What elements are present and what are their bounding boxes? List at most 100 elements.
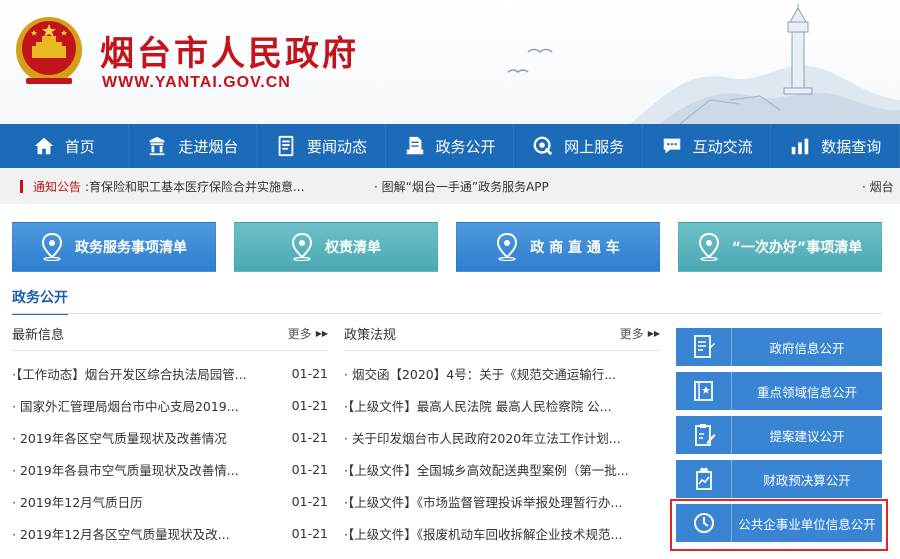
item-title: ·【上级文件】《报废机动车回收拆解企业技术规范...: [344, 526, 623, 542]
button-label: 政府信息公开: [769, 340, 845, 356]
gov-info-disclosure-button[interactable]: 政府信息公开: [676, 328, 882, 366]
document-icon: [406, 136, 423, 155]
notice-item[interactable]: :育保险和职工基本医疗保险合并实施意...: [85, 178, 305, 195]
item-title: ·【上级文件】《市场监督管理投诉举报处理暂行办...: [344, 494, 623, 510]
list-item[interactable]: ·【上级文件】《报废机动车回收拆解企业技术规范...: [344, 517, 660, 549]
latest-info-header: 最新信息 更多 ▶▶: [12, 322, 328, 344]
clipboard-pen-icon: [676, 416, 732, 454]
column-divider: [344, 350, 660, 351]
item-title: · 烟交函【2020】4号：关于《规范交通运输行...: [344, 366, 617, 382]
more-arrows-icon: ▶▶: [315, 328, 328, 338]
key-area-disclosure-button[interactable]: 重点领域信息公开: [676, 372, 882, 410]
item-title: · 2019年各区空气质量现状及改善情况: [12, 430, 227, 446]
item-title: ·【上级文件】最高人民法院 最高人民检察院 公...: [344, 398, 612, 414]
list-item[interactable]: ·【上级文件】最高人民法院 最高人民检察院 公...: [344, 389, 660, 421]
button-label: 提案建议公开: [769, 428, 845, 444]
item-title: · 国家外汇管理局烟台市中心支局2019...: [12, 398, 239, 414]
list-item[interactable]: · 2019年12月各区空气质量现状及改... 01-21: [12, 517, 328, 549]
star-book-icon: [676, 372, 732, 410]
item-date: 01-21: [291, 397, 328, 413]
list-item[interactable]: ·【工作动态】烟台开发区综合执法局园管... 01-21: [12, 357, 328, 389]
list-item[interactable]: ·【上级文件】全国城乡高效配送典型案例（第一批...: [344, 453, 660, 485]
quick-link-label: 权责清单: [325, 240, 381, 256]
quick-link-label: “一次办好”事项清单: [731, 240, 863, 256]
site-url: WWW.YANTAI.GOV.CN: [102, 74, 291, 91]
list-item[interactable]: · 2019年各县市空气质量现状及改善情... 01-21: [12, 453, 328, 485]
nav-label: 首页: [64, 137, 95, 156]
nav-news[interactable]: 要闻动态: [257, 124, 386, 168]
more-label: 更多: [619, 326, 644, 341]
highlight-annotation-box: [670, 499, 888, 551]
list-item[interactable]: ·【上级文件】《市场监督管理投诉举报处理暂行办...: [344, 485, 660, 517]
home-icon: [34, 137, 53, 155]
notice-bar-marker: [20, 179, 23, 193]
notice-tag-label: 通知公告: [33, 179, 82, 194]
item-title: ·【上级文件】全国城乡高效配送典型案例（第一批...: [344, 462, 629, 478]
button-label: 重点领域信息公开: [756, 384, 857, 400]
more-label: 更多: [287, 326, 312, 341]
quick-link-business-express[interactable]: 政 商 直 通 车: [456, 222, 660, 272]
notice-item[interactable]: · 图解“烟台一手通”政务服务APP: [374, 178, 549, 195]
button-label: 财政预决算公开: [763, 472, 851, 488]
nav-about-yantai[interactable]: 走进烟台: [129, 124, 258, 168]
list-item[interactable]: · 2019年12月气质日历 01-21: [12, 485, 328, 517]
list-item[interactable]: · 烟交函【2020】4号：关于《规范交通运输行...: [344, 357, 660, 389]
quick-link-power-list[interactable]: 权责清单: [234, 222, 438, 272]
main-nav: 首页 走进烟台 要闻动态 政务公开 网上服务 互动交流 数据查询: [0, 124, 900, 168]
file-edit-icon: [676, 328, 732, 366]
nav-label: 互动交流: [692, 137, 753, 156]
list-item[interactable]: · 关于印发烟台市人民政府2020年立法工作计划...: [344, 421, 660, 453]
nav-home[interactable]: 首页: [0, 124, 129, 168]
list-item[interactable]: · 2019年各区空气质量现状及改善情况 01-21: [12, 421, 328, 453]
nav-interaction[interactable]: 互动交流: [643, 124, 772, 168]
latest-more-link[interactable]: 更多 ▶▶: [288, 325, 328, 342]
latest-info-panel: 最新信息 更多 ▶▶ ·【工作动态】烟台开发区综合执法局园管... 01-21 · …: [12, 322, 328, 549]
more-arrows-icon: ▶▶: [647, 328, 660, 338]
notice-tag: 通知公告: [20, 178, 81, 195]
policy-more-link[interactable]: 更多 ▶▶: [620, 325, 660, 342]
nav-label: 要闻动态: [306, 137, 367, 156]
location-pin-icon: [291, 233, 313, 261]
nav-data-query[interactable]: 数据查询: [771, 124, 900, 168]
location-pin-icon: [698, 233, 719, 261]
item-title: · 2019年各县市空气质量现状及改善情...: [12, 462, 239, 478]
policy-header: 政策法规 更多 ▶▶: [344, 322, 660, 344]
location-pin-icon: [41, 233, 63, 261]
chat-icon: [663, 138, 680, 154]
building-icon: [150, 136, 165, 156]
item-title: ·【工作动态】烟台开发区综合执法局园管...: [12, 366, 247, 382]
nav-online-service[interactable]: 网上服务: [514, 124, 643, 168]
section-divider: [12, 313, 882, 314]
lighthouse-scenery-illustration: [507, 4, 900, 124]
news-icon: [278, 135, 294, 157]
nav-gov-affairs[interactable]: 政务公开: [386, 124, 515, 168]
nav-label: 网上服务: [564, 137, 625, 156]
latest-info-heading: 最新信息: [12, 327, 65, 343]
quick-link-one-time-list[interactable]: “一次办好”事项清单: [678, 222, 882, 272]
latest-info-list: ·【工作动态】烟台开发区综合执法局园管... 01-21 · 国家外汇管理局烟台市…: [12, 357, 328, 549]
location-pin-icon: [497, 233, 518, 261]
quick-link-service-list[interactable]: 政务服务事项清单: [12, 222, 216, 272]
notice-item[interactable]: · 烟台: [862, 178, 894, 195]
policy-panel: 政策法规 更多 ▶▶ · 烟交函【2020】4号：关于《规范交通运输行... ·【…: [344, 322, 660, 549]
section-title[interactable]: 政务公开: [12, 287, 68, 315]
nav-label: 政务公开: [435, 137, 496, 156]
item-date: 01-21: [291, 461, 328, 477]
item-date: 01-21: [291, 493, 328, 509]
proposal-disclosure-button[interactable]: 提案建议公开: [676, 416, 882, 454]
list-item[interactable]: · 国家外汇管理局烟台市中心支局2019... 01-21: [12, 389, 328, 421]
quick-links: 政务服务事项清单 权责清单 政 商 直 通 车 “一次办好”事项清单: [12, 222, 882, 272]
item-title: · 2019年12月气质日历: [12, 494, 143, 510]
column-divider: [12, 350, 328, 351]
service-icon: [533, 136, 553, 156]
nav-label: 走进烟台: [178, 137, 239, 156]
national-emblem-icon: [16, 17, 82, 84]
item-title: · 关于印发烟台市人民政府2020年立法工作计划...: [344, 430, 621, 446]
finance-report-icon: [676, 460, 732, 498]
budget-disclosure-button[interactable]: 财政预决算公开: [676, 460, 882, 498]
notice-bar: 通知公告 :育保险和职工基本医疗保险合并实施意... · 图解“烟台一手通”政务…: [0, 168, 900, 204]
item-date: 01-21: [291, 365, 328, 381]
item-date: 01-21: [291, 525, 328, 541]
item-date: 01-21: [291, 429, 328, 445]
chart-icon: [792, 138, 809, 155]
